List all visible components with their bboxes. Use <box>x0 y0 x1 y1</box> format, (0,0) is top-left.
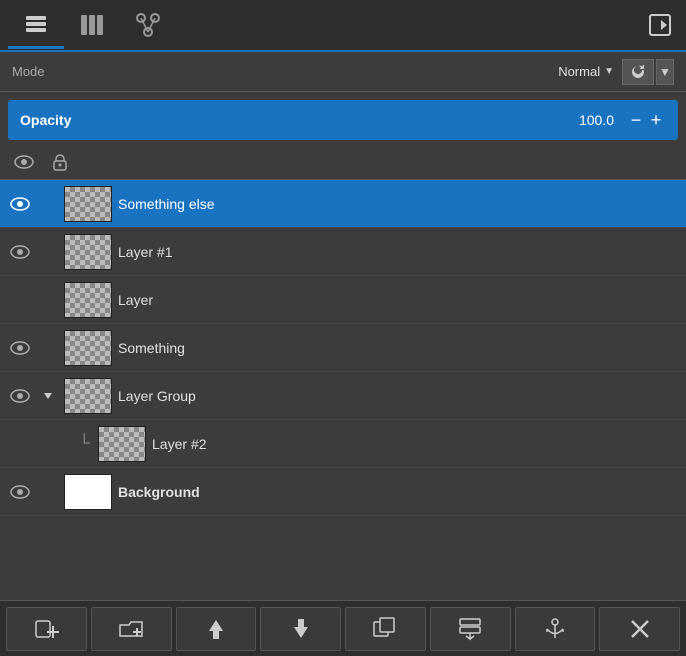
layer-thumb-layer <box>64 282 112 318</box>
mode-select[interactable]: Normal ▼ <box>558 64 614 79</box>
tab-layers[interactable] <box>8 1 64 49</box>
layer-thumb-layer1 <box>64 234 112 270</box>
layer-name-something: Something <box>118 340 678 356</box>
opacity-minus-button[interactable]: − <box>626 110 646 131</box>
tab-channels[interactable] <box>64 1 120 49</box>
opacity-plus-button[interactable]: + <box>646 110 666 131</box>
layers-list: Something else Layer #1 Layer <box>0 180 686 600</box>
layer-item-layer2[interactable]: Layer #2 <box>0 420 686 468</box>
mode-value: Normal <box>558 64 600 79</box>
layer-thumb-something-else <box>64 186 112 222</box>
top-toolbar <box>0 0 686 52</box>
bottom-toolbar <box>0 600 686 656</box>
global-lock-icon[interactable] <box>48 153 72 171</box>
anchor-button[interactable] <box>515 607 596 651</box>
refresh-button[interactable] <box>622 59 654 85</box>
layer-name-layer2: Layer #2 <box>152 436 678 452</box>
indent-marker <box>64 435 92 453</box>
duplicate-button[interactable] <box>345 607 426 651</box>
layer-name-background: Background <box>118 484 678 500</box>
layers-panel: Mode Normal ▼ ▼ Opacity 100.0 − + <box>0 0 686 656</box>
new-layer-button[interactable] <box>6 607 87 651</box>
layer-item-something-else[interactable]: Something else <box>0 180 686 228</box>
layer-item-layer[interactable]: Layer <box>0 276 686 324</box>
mode-dropdown-arrow[interactable]: ▼ <box>604 66 614 77</box>
layer-eye-something-else[interactable] <box>8 197 32 211</box>
layer-eye-layer1[interactable] <box>8 245 32 259</box>
expand-layer-group[interactable] <box>38 390 58 402</box>
delete-button[interactable] <box>599 607 680 651</box>
layer-thumb-layer2 <box>98 426 146 462</box>
layer-eye-layer-group[interactable] <box>8 389 32 403</box>
mode-label: Mode <box>12 64 45 79</box>
visibility-controls-row <box>0 144 686 180</box>
layer-item-something[interactable]: Something <box>0 324 686 372</box>
global-eye-icon[interactable] <box>12 155 36 169</box>
layer-thumb-background <box>64 474 112 510</box>
layer-eye-something[interactable] <box>8 341 32 355</box>
mode-refresh-group: ▼ <box>622 59 674 85</box>
layer-eye-background[interactable] <box>8 485 32 499</box>
layer-name-something-else: Something else <box>118 196 678 212</box>
new-group-button[interactable] <box>91 607 172 651</box>
opacity-label: Opacity <box>20 112 71 128</box>
layer-name-layer-group: Layer Group <box>118 388 678 404</box>
layer-item-layer-group[interactable]: Layer Group <box>0 372 686 420</box>
opacity-row: Opacity 100.0 − + <box>8 100 678 140</box>
merge-button[interactable] <box>430 607 511 651</box>
layer-thumb-something <box>64 330 112 366</box>
layer-item-layer1[interactable]: Layer #1 <box>0 228 686 276</box>
move-down-button[interactable] <box>260 607 341 651</box>
mode-extra-button[interactable]: ▼ <box>656 59 674 85</box>
layer-name-layer1: Layer #1 <box>118 244 678 260</box>
mode-row: Mode Normal ▼ ▼ <box>0 52 686 92</box>
corner-button[interactable] <box>642 7 678 43</box>
opacity-value: 100.0 <box>579 112 614 128</box>
tab-paths[interactable] <box>120 1 176 49</box>
layer-thumb-layer-group <box>64 378 112 414</box>
layer-name-layer: Layer <box>118 292 678 308</box>
move-up-button[interactable] <box>176 607 257 651</box>
layer-item-background[interactable]: Background <box>0 468 686 516</box>
